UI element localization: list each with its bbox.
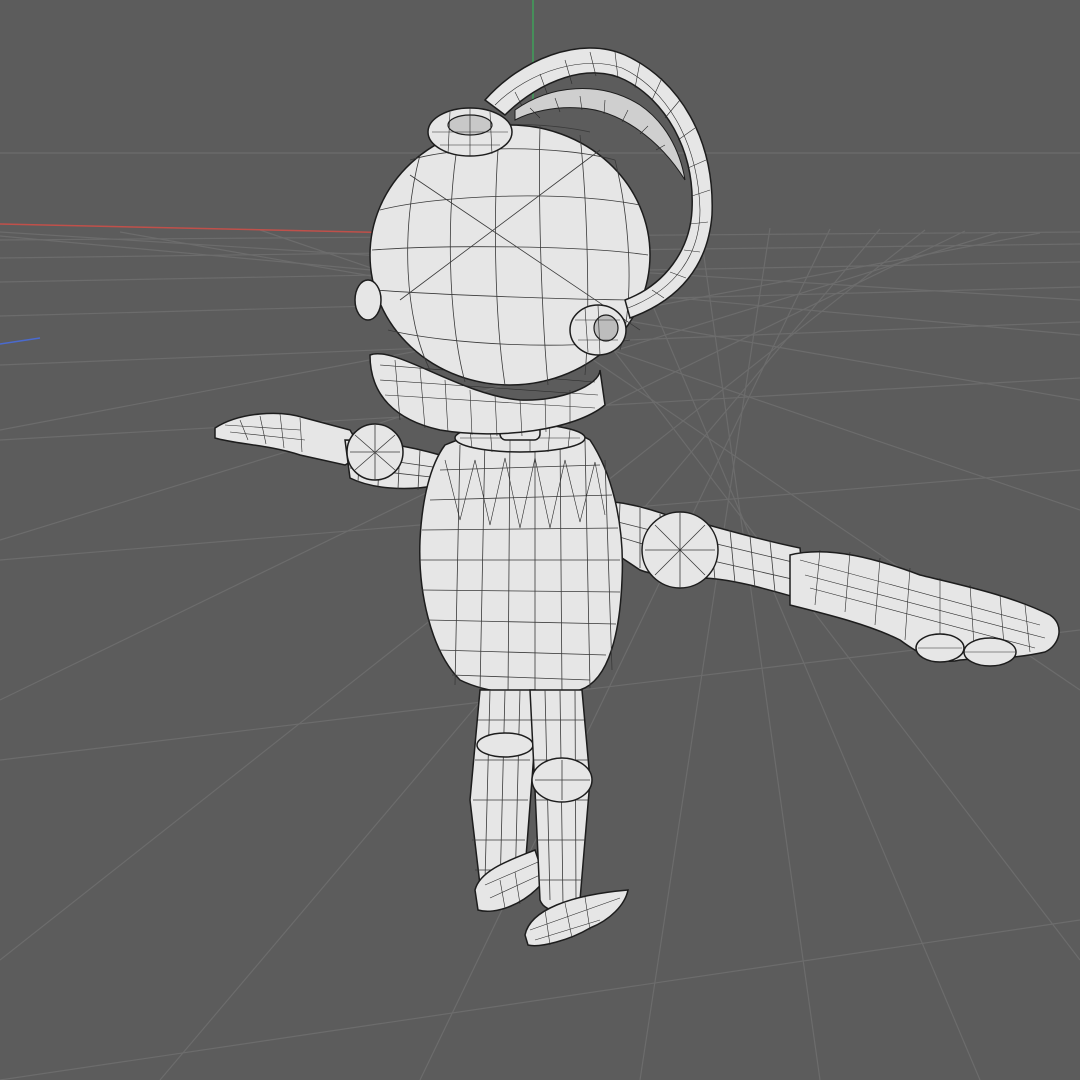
left-ear-knob [354,279,382,321]
character-model[interactable] [214,47,1060,947]
torso[interactable] [419,414,624,697]
right-arm[interactable] [580,499,1060,667]
z-axis-line [0,337,41,345]
left-arm[interactable] [214,412,441,491]
head[interactable] [354,47,713,437]
right-leg[interactable] [524,689,629,947]
3d-viewport[interactable] [0,0,1080,1080]
viewport-canvas[interactable] [0,0,1080,1080]
left-knee [476,732,534,758]
